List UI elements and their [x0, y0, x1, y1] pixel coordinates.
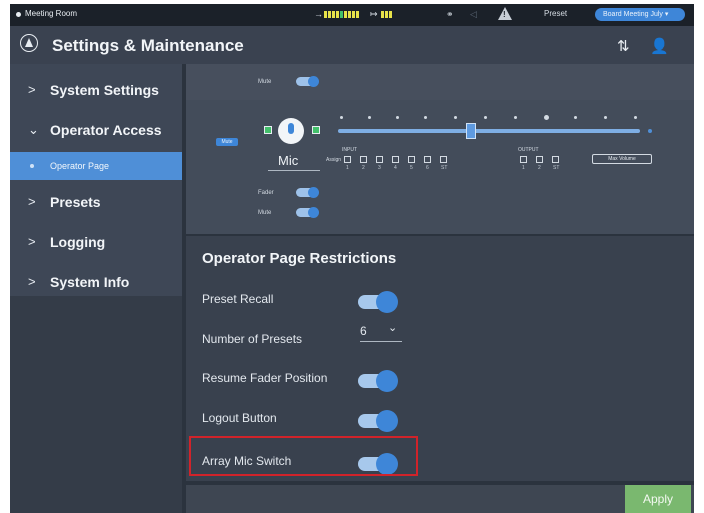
resume-fader-position-toggle[interactable] [358, 370, 398, 392]
output-signal-icon: ↦ [370, 9, 378, 19]
input-checkbox-1[interactable] [344, 156, 351, 163]
input-checkbox-4[interactable] [392, 156, 399, 163]
sidebar-subitem-label: Operator Page [50, 161, 110, 171]
input-checkbox-6[interactable] [424, 156, 431, 163]
sidebar: > System Settings ⌄ Operator Access Oper… [10, 64, 182, 513]
brand-logo-icon [20, 34, 38, 52]
input-checkbox-2[interactable] [360, 156, 367, 163]
mute-label: Mute [258, 210, 272, 216]
link-icon: ⚭ [446, 9, 454, 19]
input-checkbox-3[interactable] [376, 156, 383, 163]
sidebar-item-logging[interactable]: > Logging [10, 224, 182, 260]
input-checkbox-5[interactable] [408, 156, 415, 163]
chevron-right-icon: > [28, 234, 36, 249]
array-mic-switch-highlight [189, 436, 418, 476]
mute-label: Mute [258, 79, 272, 85]
sidebar-item-operator-access[interactable]: ⌄ Operator Access [10, 112, 182, 148]
fader-label: Fader [258, 190, 274, 196]
chevron-down-icon: ⌄ [388, 322, 398, 334]
sidebar-item-presets[interactable]: > Presets [10, 184, 182, 220]
output-checkbox-st[interactable] [552, 156, 559, 163]
mixer-settings-icon[interactable]: ⇅ [617, 37, 630, 55]
volume-slider-track[interactable] [338, 129, 640, 133]
sidebar-item-system-settings[interactable]: > System Settings [10, 72, 182, 108]
user-icon[interactable]: 👤 [650, 37, 669, 55]
mute-toggle[interactable] [296, 207, 319, 218]
fader-toggle[interactable] [296, 187, 319, 198]
logout-button-toggle[interactable] [358, 410, 398, 432]
preset-recall-toggle[interactable] [358, 291, 398, 313]
status-dot-icon [16, 12, 21, 17]
room-name: Meeting Room [25, 9, 78, 18]
output-checkbox-1[interactable] [520, 156, 527, 163]
operator-page-preview: Mute Mute Mic INPUT OUTPUT Assign 1 2 3 … [186, 64, 694, 234]
speaker-icon: ◁ [470, 9, 477, 19]
chevron-down-icon: ⌄ [28, 122, 39, 137]
sidebar-item-label: System Settings [50, 82, 159, 98]
mute-toggle[interactable] [296, 76, 319, 87]
output-checkbox-2[interactable] [536, 156, 543, 163]
preset-label: Preset [544, 9, 568, 18]
output-label: OUTPUT [518, 147, 539, 153]
input-signal-icon: → [314, 9, 323, 19]
microphone-icon [288, 123, 294, 134]
page-title: Settings & Maintenance [52, 36, 244, 55]
footer-bar [186, 485, 694, 513]
mic-indicator-right [312, 126, 320, 134]
number-of-presets-label: Number of Presets [202, 332, 303, 346]
input-checkbox-st[interactable] [440, 156, 447, 163]
sidebar-item-system-info[interactable]: > System Info [10, 264, 182, 300]
max-volume-button[interactable]: Max Volume [592, 154, 652, 164]
output-level-meter [381, 11, 392, 18]
preset-recall-label: Preset Recall [202, 292, 274, 306]
apply-button[interactable]: Apply [625, 485, 691, 513]
section-title: Operator Page Restrictions [202, 250, 397, 267]
sidebar-item-label: Operator Access [50, 122, 162, 138]
mute-button[interactable]: Mute [216, 138, 238, 146]
input-level-meter [324, 11, 359, 18]
mic-name: Mic [278, 153, 299, 168]
number-of-presets-value: 6 [360, 324, 367, 338]
sidebar-item-label: Logging [50, 234, 106, 250]
page-header: Settings & Maintenance ⇅ 👤 [10, 26, 694, 64]
chevron-right-icon: > [28, 274, 36, 289]
logout-button-label: Logout Button [202, 411, 277, 425]
main-content: Mute Mute Mic INPUT OUTPUT Assign 1 2 3 … [182, 64, 694, 513]
mic-indicator-left [264, 126, 272, 134]
assign-label: Assign [326, 157, 342, 163]
chevron-right-icon: > [28, 82, 36, 97]
input-label: INPUT [342, 147, 357, 153]
status-bar: Meeting Room → ↦ ⚭ ◁ ! Preset Board Meet… [10, 4, 694, 26]
chevron-right-icon: > [28, 194, 36, 209]
volume-slider-thumb[interactable] [466, 123, 476, 139]
app-window: Meeting Room → ↦ ⚭ ◁ ! Preset Board Meet… [10, 4, 694, 513]
resume-fader-position-label: Resume Fader Position [202, 371, 328, 385]
sidebar-item-label: Presets [50, 194, 101, 210]
sidebar-item-label: System Info [50, 274, 130, 290]
number-of-presets-select[interactable]: 6 ⌄ [360, 322, 402, 342]
preset-dropdown[interactable]: Board Meeting July ▾ [595, 8, 685, 21]
bullet-icon [30, 164, 34, 168]
sidebar-item-operator-page[interactable]: Operator Page [10, 152, 182, 180]
